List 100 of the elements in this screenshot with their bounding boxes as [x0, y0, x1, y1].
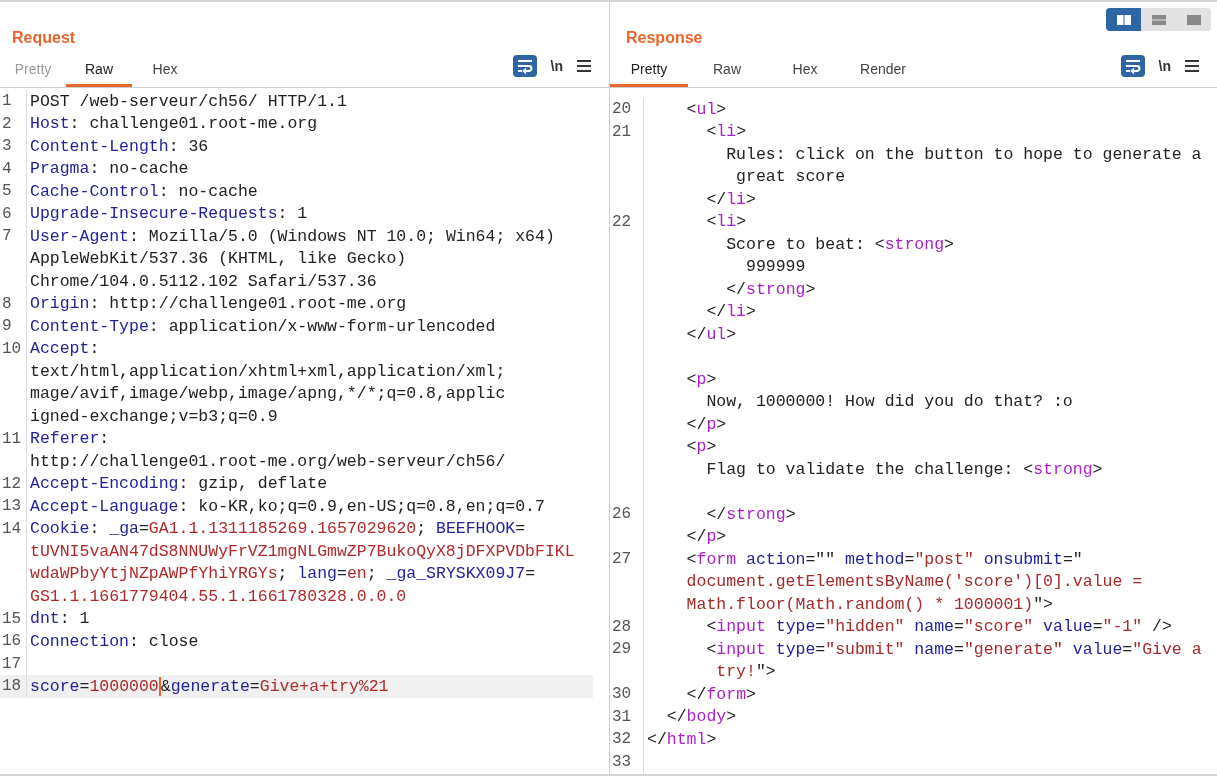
wrap-lines-icon: [1123, 58, 1142, 74]
code-line: Cookie: _ga=GA1.1.1311185269.1657029620; BEEFHOOK=: [29, 519, 526, 539]
code-line: Pragma: no-cache: [29, 159, 189, 179]
code-line: Content-Type: application/x-www-form-urlencoded: [29, 316, 496, 336]
code-line: </html>: [646, 729, 717, 749]
line-number: 7: [2, 227, 12, 246]
code-line: wdaWPbyYtjNZpAWPfYhiYRGYs; lang=en; _ga_SRYSKX09J7=: [29, 564, 536, 584]
code-line: text/html,application/xhtml+xml,application/xml;: [29, 361, 506, 381]
code-line: </li>: [705, 302, 756, 322]
line-number: 11: [2, 429, 22, 448]
line-number: 17: [2, 654, 22, 673]
line-number: 14: [2, 519, 22, 538]
wrap-lines-icon: [515, 58, 534, 74]
code-line: <ul>: [685, 99, 727, 119]
view-tab[interactable]: Hex: [766, 61, 844, 87]
code-line: GS1.1.1661779404.55.1.1661780328.0.0.0: [29, 586, 407, 606]
line-number: 33: [612, 752, 632, 771]
code-line: <input type="hidden" name="score" value="-1" />: [705, 617, 1172, 637]
code-line: Content-Length: 36: [29, 136, 209, 156]
code-line: document.getElementsByName('score')[0].value =: [685, 572, 1143, 592]
menu-icon[interactable]: [577, 60, 591, 72]
line-number: 22: [612, 212, 632, 231]
code-line: mage/avif,image/webp,image/apng,*/*;q=0.8,applic: [29, 384, 506, 404]
code-line: igned-exchange;v=b3;q=0.9: [29, 406, 278, 426]
code-line: Score to beat: <strong>: [725, 234, 954, 254]
code-line: 999999: [745, 257, 806, 277]
line-number: 12: [2, 474, 22, 493]
code-line: <form action="" method="post" onsubmit=": [685, 549, 1083, 569]
code-line: AppleWebKit/537.36 (KHTML, like Gecko): [29, 249, 407, 269]
code-line: Referer:: [29, 429, 110, 449]
line-number: 21: [612, 122, 632, 141]
code-line: score=1000000&generate=Give+a+try%21: [29, 676, 389, 696]
code-line: dnt: 1: [29, 609, 90, 629]
code-line: </p>: [685, 527, 727, 547]
square-icon: [1185, 13, 1202, 26]
code-line: POST /web-serveur/ch56/ HTTP/1.1: [29, 91, 347, 111]
view-tab[interactable]: Raw: [66, 61, 132, 87]
code-line: Accept-Encoding: gzip, deflate: [29, 474, 328, 494]
line-number: 9: [2, 317, 12, 336]
view-tab[interactable]: Pretty: [610, 61, 688, 87]
line-number: 1: [2, 92, 12, 111]
menu-icon[interactable]: [1185, 60, 1199, 72]
view-tab[interactable]: Hex: [132, 61, 198, 87]
pane-title: Request: [11, 28, 77, 48]
newline-toggle[interactable]: \n: [550, 58, 563, 74]
code-line: http://challenge01.root-me.org/web-serveur/ch56/: [29, 451, 506, 471]
line-number: 5: [2, 182, 12, 201]
line-number: 4: [2, 159, 12, 178]
code-line: </ul>: [685, 324, 737, 344]
line-number: 8: [2, 294, 12, 313]
view-tab[interactable]: Render: [844, 61, 922, 87]
code-line: great score: [735, 167, 846, 187]
wrap-lines-button[interactable]: [512, 55, 537, 77]
pane-title: Response: [625, 28, 704, 48]
code-line: Upgrade-Insecure-Requests: 1: [29, 204, 308, 224]
code-line: </p>: [685, 414, 727, 434]
line-number: 2: [2, 114, 12, 133]
code-line: Math.floor(Math.random() * 1000001)">: [685, 594, 1053, 614]
code-line: Cache-Control: no-cache: [29, 181, 258, 201]
line-number: 15: [2, 609, 22, 628]
view-tab[interactable]: Raw: [688, 61, 766, 87]
code-line: <p>: [685, 369, 717, 389]
code-line: Accept-Language: ko-KR,ko;q=0.9,en-US;q=0.8,en;q=0.7: [29, 496, 545, 516]
code-line: <input type="submit" name="generate" value="Give a: [705, 639, 1202, 659]
line-number: 13: [2, 497, 22, 516]
code-line: </strong>: [725, 279, 816, 299]
code-line: Accept:: [29, 339, 100, 359]
line-number: 26: [612, 505, 632, 524]
line-number: 27: [612, 550, 632, 569]
line-number: 31: [612, 707, 632, 726]
code-line: <p>: [685, 437, 717, 457]
newline-toggle[interactable]: \n: [1158, 58, 1171, 74]
code-line: </li>: [705, 189, 756, 209]
line-number: 16: [2, 632, 22, 651]
line-number: 10: [2, 339, 22, 358]
code-line: try!">: [715, 662, 776, 682]
code-line: </body>: [665, 707, 737, 727]
code-line: tUVNI5vaAN47dS8NNUWyFrVZ1mgNLGmwZP7BukoQyX8jDFXPVDbFIKL: [29, 541, 575, 561]
code-line: User-Agent: Mozilla/5.0 (Windows NT 10.0; Win64; x64): [29, 226, 555, 246]
code-line: Host: challenge01.root-me.org: [29, 114, 318, 134]
code-line: Now, 1000000! How did you do that? :o: [705, 392, 1073, 412]
line-number: 3: [2, 137, 12, 156]
line-number: 18: [2, 677, 22, 696]
line-number: 32: [612, 730, 632, 749]
rows-icon: [1150, 13, 1167, 26]
line-number: 20: [612, 100, 632, 119]
line-number: 29: [612, 640, 632, 659]
wrap-lines-button[interactable]: [1120, 55, 1145, 77]
line-number: 30: [612, 685, 632, 704]
code-line: <li>: [705, 122, 747, 142]
code-line: Connection: close: [29, 631, 199, 651]
code-line: <li>: [705, 212, 747, 232]
line-number: 28: [612, 617, 632, 636]
code-line: Flag to validate the challenge: <strong>: [705, 459, 1103, 479]
layout-button[interactable]: [1106, 8, 1141, 31]
code-line: Origin: http://challenge01.root-me.org: [29, 294, 407, 314]
code-line: </form>: [685, 684, 756, 704]
columns-icon: [1115, 13, 1132, 26]
code-line: </strong>: [705, 504, 796, 524]
code-line: Rules: click on the button to hope to generate a: [725, 144, 1202, 164]
